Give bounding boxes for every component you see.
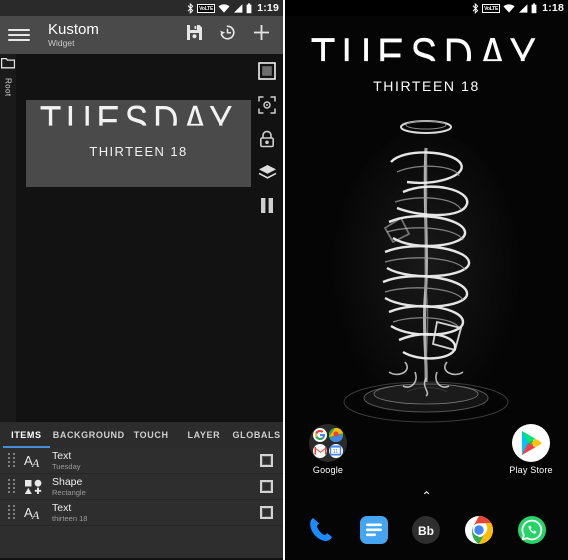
items-list: AA Text Tuesday Shape Rectangle A A Text… (0, 448, 283, 558)
text-item-icon: AA (24, 452, 44, 470)
home-widget-time: THIRTEEN 18 (373, 78, 480, 94)
messages-icon[interactable] (357, 513, 391, 547)
app-bar-actions (186, 23, 275, 47)
tab-touch[interactable]: TOUCH (125, 422, 178, 448)
svg-text:11: 11 (333, 449, 338, 455)
pause-icon[interactable] (259, 197, 275, 214)
home-dock: Bb (285, 508, 568, 552)
wifi-icon (218, 3, 230, 14)
save-icon[interactable] (186, 24, 203, 46)
editor-canvas-area: Root TUESDAY THIRTEEN 18 (0, 54, 283, 422)
hamburger-menu-icon[interactable] (8, 24, 30, 46)
table-row[interactable]: AA Text thirteen 18 (0, 500, 283, 526)
battery-icon (531, 2, 537, 14)
root-label: Root (3, 78, 13, 97)
drag-handle-icon[interactable] (8, 504, 16, 521)
bb-icon[interactable]: Bb (409, 513, 443, 547)
app-drawer-chevron-up-icon[interactable]: ⌃ (285, 490, 568, 502)
history-icon[interactable] (219, 24, 236, 46)
editor-tabs-bar: ITEMS BACKGROUND TOUCH LAYER GLOBALS (0, 422, 283, 448)
play-store-icon (512, 424, 550, 462)
bluetooth-icon (472, 2, 479, 14)
tab-layer[interactable]: LAYER (178, 422, 231, 448)
root-breadcrumb[interactable]: Root (0, 56, 16, 97)
item-checkbox[interactable] (260, 454, 273, 467)
table-row[interactable]: AA Text Tuesday (0, 448, 283, 474)
home-clock: 1:18 (542, 2, 564, 14)
layers-icon[interactable] (258, 164, 277, 181)
google-maps-icon (328, 428, 343, 443)
battery-icon (246, 2, 252, 14)
kustom-editor-panel: VoLTE 1:19 Kustom Widget Root TUESDAY TH… (0, 0, 283, 560)
wallpaper-sculpture (285, 110, 568, 440)
svg-text:A: A (31, 508, 40, 520)
item-subtitle: thirteen 18 (52, 513, 88, 523)
drag-handle-icon[interactable] (8, 478, 16, 495)
folder-icon (0, 56, 16, 74)
svg-text:A: A (31, 456, 40, 468)
google-g-icon (313, 428, 328, 443)
preview-square-icon[interactable] (258, 62, 276, 80)
editor-clock: 1:19 (257, 2, 279, 14)
item-title: Text (52, 449, 72, 462)
preview-time-text: THIRTEEN 18 (89, 144, 188, 159)
home-status-bar: VoLTE 1:18 (285, 0, 568, 16)
folder-icon-grid: 11 (309, 424, 347, 462)
home-screen-panel: VoLTE 1:18 TUESDAY THIRTEEN 18 11 Google… (285, 0, 568, 560)
phone-icon[interactable] (304, 513, 338, 547)
page-subtitle: Widget (48, 37, 75, 48)
google-folder[interactable]: 11 Google (297, 424, 359, 475)
tab-background[interactable]: BACKGROUND (53, 422, 125, 448)
dual-phone-screenshot: VoLTE 1:19 Kustom Widget Root TUESDAY TH… (0, 0, 568, 560)
volte-icon: VoLTE (482, 3, 501, 13)
item-subtitle: Rectangle (52, 487, 86, 497)
chrome-icon[interactable] (462, 513, 496, 547)
table-row[interactable]: Shape Rectangle (0, 474, 283, 500)
whatsapp-icon[interactable] (515, 513, 549, 547)
item-checkbox[interactable] (260, 506, 273, 519)
editor-app-bar: Kustom Widget (0, 16, 283, 54)
signal-icon (518, 3, 528, 14)
gmail-icon (313, 443, 328, 458)
shape-item-icon (24, 478, 44, 496)
focus-crop-icon[interactable] (258, 96, 276, 114)
item-subtitle: Tuesday (52, 461, 81, 471)
tab-items[interactable]: ITEMS (0, 422, 53, 448)
item-title: Shape (52, 475, 83, 488)
lock-icon[interactable] (259, 130, 275, 148)
app-title-block: Kustom Widget (48, 20, 186, 49)
drag-handle-icon[interactable] (8, 452, 16, 469)
preview-day-text: TUESDAY (39, 100, 238, 147)
plus-icon[interactable] (252, 23, 271, 47)
app-label: Play Store (509, 465, 553, 475)
app-label: Google (312, 465, 344, 475)
widget-preview[interactable]: TUESDAY THIRTEEN 18 (26, 100, 251, 187)
signal-icon (233, 3, 243, 14)
wifi-icon (503, 3, 515, 14)
google-calendar-icon: 11 (328, 443, 343, 458)
item-checkbox[interactable] (260, 480, 273, 493)
page-title: Kustom (48, 20, 99, 38)
tab-globals[interactable]: GLOBALS (230, 422, 283, 448)
svg-text:Bb: Bb (418, 524, 434, 538)
volte-icon: VoLTE (197, 3, 216, 13)
play-store[interactable]: Play Store (500, 424, 562, 475)
bluetooth-icon (187, 2, 194, 14)
item-title: Text (52, 501, 72, 514)
home-widget-day: TUESDAY (310, 28, 543, 86)
editor-left-rail (0, 54, 16, 422)
editor-right-toolbar (251, 54, 283, 422)
text-item-icon: AA (24, 504, 44, 522)
editor-status-bar: VoLTE 1:19 (0, 0, 283, 16)
home-app-icons: 11 Google Play Store (285, 424, 568, 482)
